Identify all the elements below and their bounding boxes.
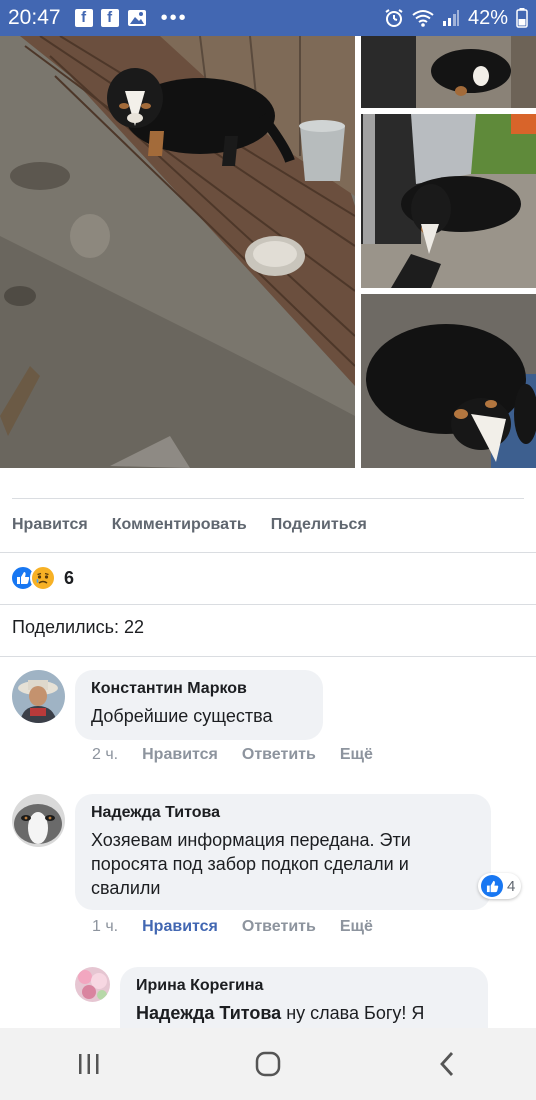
comment-reactions[interactable]: 4 <box>478 873 522 899</box>
comment-more-link[interactable]: Ещё <box>340 746 373 764</box>
comment-meta: 1 ч. Нравится Ответить Ещё <box>92 918 397 936</box>
photo-main[interactable] <box>0 36 355 468</box>
comment-meta: 2 ч. Нравится Ответить Ещё <box>92 746 397 764</box>
like-button[interactable]: Нравится <box>12 516 88 534</box>
comment-reactions-count: 4 <box>507 877 516 895</box>
post-actions: Нравится Комментировать Поделиться <box>0 506 536 544</box>
comment-time: 2 ч. <box>92 746 119 763</box>
share-button[interactable]: Поделиться <box>271 516 367 534</box>
alarm-icon <box>384 8 404 28</box>
photo-middle-right[interactable] <box>361 114 536 288</box>
avatar[interactable] <box>12 670 65 723</box>
comment-bubble[interactable]: Константин Марков Добрейшие существа <box>75 670 323 740</box>
comment-author[interactable]: Константин Марков <box>91 680 307 698</box>
comment-more-link[interactable]: Ещё <box>340 918 373 936</box>
status-time: 20:47 <box>8 6 61 29</box>
divider <box>12 498 524 499</box>
avatar[interactable] <box>12 794 65 847</box>
recent-apps-button[interactable] <box>59 1042 119 1086</box>
reply-text: Надежда Титова ну слава Богу! Я <box>136 1001 472 1025</box>
battery-icon <box>516 8 528 28</box>
comment-text: Хозяевам информация передана. Эти порося… <box>91 830 411 898</box>
back-button[interactable] <box>417 1042 477 1086</box>
divider <box>0 552 536 553</box>
system-navbar <box>0 1028 536 1100</box>
wifi-icon <box>412 9 434 27</box>
status-bar: 20:47 f f ••• 42% <box>0 0 536 36</box>
comment-bubble[interactable]: Надежда Титова Хозяевам информация перед… <box>75 794 491 910</box>
sad-reaction-icon <box>30 565 56 591</box>
facebook-icon: f <box>74 9 93 27</box>
avatar[interactable] <box>75 967 110 1002</box>
comment-button[interactable]: Комментировать <box>112 516 247 534</box>
facebook-icon: f <box>100 9 119 27</box>
comment-author[interactable]: Надежда Титова <box>91 804 475 822</box>
comment-time: 1 ч. <box>92 918 119 935</box>
battery-level: 42% <box>467 6 508 29</box>
like-reaction-icon <box>481 875 503 897</box>
home-button[interactable] <box>238 1042 298 1086</box>
reactions-count: 6 <box>64 567 75 588</box>
reply-body: ну слава Богу! Я <box>286 1003 425 1023</box>
reactions-summary[interactable]: 6 <box>10 560 74 596</box>
comment-reply-link[interactable]: Ответить <box>242 746 316 764</box>
more-icon: ••• <box>160 6 188 29</box>
comment-like-link[interactable]: Нравится <box>142 746 218 764</box>
comment-text: Добрейшие существа <box>91 706 273 726</box>
reply-author[interactable]: Ирина Корегина <box>136 977 472 995</box>
gallery-icon <box>127 9 147 27</box>
divider <box>0 656 536 657</box>
divider <box>0 604 536 605</box>
photo-collage[interactable] <box>0 36 536 468</box>
shares-count[interactable]: Поделились: 22 <box>12 617 144 638</box>
signal-icon <box>442 9 460 27</box>
comment-reply-link[interactable]: Ответить <box>242 918 316 936</box>
comment-like-link[interactable]: Нравится <box>142 918 218 936</box>
reply-mention[interactable]: Надежда Титова <box>136 1003 281 1023</box>
photo-bottom-right[interactable] <box>361 294 536 468</box>
photo-top-right[interactable] <box>361 36 536 108</box>
